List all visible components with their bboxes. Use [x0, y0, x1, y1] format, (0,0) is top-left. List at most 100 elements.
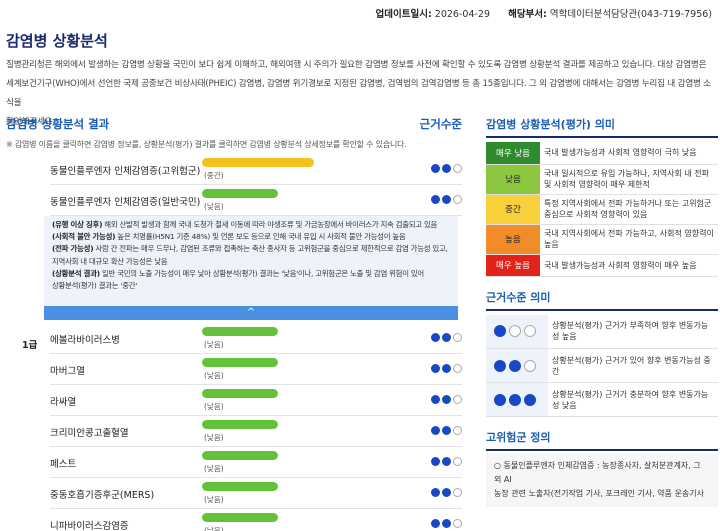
assessment-bar[interactable] [202, 158, 314, 167]
evidence-desc: 상황분석(평가) 근거가 부족하여 향후 변동가능성 높음 [548, 314, 718, 349]
disease-name-link[interactable]: 동물인플루엔자 인체감염증(일반국민) [50, 194, 200, 208]
meaning-desc: 국내 발생가능성과 사회적 영향력이 매우 높음 [540, 254, 718, 277]
assessment-level: (중간) [204, 171, 224, 180]
evidence-dot-icon [442, 488, 451, 497]
assessment-bar[interactable] [202, 189, 278, 198]
assessment-level: (낮음) [204, 526, 224, 531]
evidence-dots [431, 457, 462, 466]
dept-label: 해당부서: [508, 9, 547, 20]
page-title: 감염병 상황분석 [6, 32, 108, 50]
evidence-dot-icon [431, 395, 440, 404]
evidence-dot-icon [453, 488, 462, 497]
evidence-dot-icon [431, 426, 440, 435]
evidence-dot-icon [453, 395, 462, 404]
detail-line: (사회적 불안 가능성) 높은 치명률(H5N1 기준 48%) 및 언론 보도… [52, 232, 406, 242]
evidence-dots-cell [486, 348, 548, 383]
disease-name-link[interactable]: 중동호흡기증후군(MERS) [50, 487, 154, 501]
meaning-row: 매우 높음 국내 발생가능성과 사회적 영향력이 매우 높음 [486, 254, 718, 277]
assessment-level: (낮음) [204, 402, 224, 411]
analysis-results: 감염병 상황분석 결과 근거수준 ※ 감염병 이름을 클릭하면 감염병 정보를,… [6, 116, 462, 150]
evidence-dots [431, 164, 462, 173]
evidence-title: 근거수준 의미 [486, 290, 551, 304]
evidence-dot-icon [431, 364, 440, 373]
evidence-dot-icon [509, 393, 521, 406]
meaning-level-badge: 매우 낮음 [486, 142, 540, 165]
disease-row: 에볼라바이러스병 (낮음) [6, 323, 462, 354]
evidence-dot-icon [453, 519, 462, 528]
evidence-dot-icon [431, 333, 440, 342]
update-info: 업데이트일시: 2026-04-29 해당부서: 역학데이터분석담당관(043-… [376, 6, 712, 20]
evidence-dot-icon [442, 457, 451, 466]
high-risk-line: ○ 동물인플루엔자 인체감염증 : 농장종사자, 살처분관계자, 그 외 AI [494, 461, 701, 484]
disease-name-link[interactable]: 동물인플루엔자 인체감염증(고위험군) [50, 163, 200, 177]
collapse-detail-button[interactable]: ^ [44, 306, 458, 320]
disease-name-link[interactable]: 에볼라바이러스병 [50, 332, 120, 346]
evidence-row: 상황분석(평가) 근거가 부족하여 향후 변동가능성 높음 [486, 314, 718, 349]
disease-row: 동물인플루엔자 인체감염증(일반국민) (낮음) [6, 185, 462, 216]
evidence-dot-icon [442, 333, 451, 342]
assessment-bar[interactable] [202, 358, 278, 367]
evidence-dot-icon [524, 359, 536, 372]
evidence-dot-icon [494, 359, 506, 372]
assessment-bar[interactable] [202, 451, 278, 460]
disease-name-link[interactable]: 라싸열 [50, 394, 76, 408]
assessment-level: (낮음) [204, 495, 224, 504]
meaning-desc: 국내 발생가능성과 사회적 영향력이 극히 낮음 [540, 142, 718, 165]
evidence-desc: 상황분석(평가) 근거가 충분하여 향후 변동가능성 낮음 [548, 382, 718, 417]
evidence-dot-icon [431, 488, 440, 497]
disease-name-link[interactable]: 마버그열 [50, 363, 85, 377]
evidence-dots [431, 426, 462, 435]
evidence-desc: 상황분석(평가) 근거가 있어 향후 변동가능성 중간 [548, 348, 718, 383]
assessment-level: (낮음) [204, 371, 224, 380]
evidence-row: 상황분석(평가) 근거가 있어 향후 변동가능성 중간 [486, 348, 718, 383]
assessment-bar[interactable] [202, 327, 278, 336]
evidence-dot-icon [442, 426, 451, 435]
evidence-dot-icon [453, 333, 462, 342]
assessment-level: (낮음) [204, 433, 224, 442]
evidence-table: 상황분석(평가) 근거가 부족하여 향후 변동가능성 높음 상황분석(평가) 근거… [486, 314, 718, 417]
assessment-level: (낮음) [204, 340, 224, 349]
evidence-dot-icon [431, 164, 440, 173]
evidence-dot-icon [431, 457, 440, 466]
evidence-dot-icon [453, 164, 462, 173]
meaning-level-badge: 낮음 [486, 164, 540, 195]
evidence-dot-icon [442, 519, 451, 528]
detail-line: (상황분석 결과) 일반 국민의 노출 가능성이 매우 낮아 상황분석(평가) … [52, 268, 424, 278]
disease-row: 라싸열 (낮음) [6, 385, 462, 416]
results-title: 감염병 상황분석 결과 [6, 117, 110, 131]
assessment-level: (낮음) [204, 464, 224, 473]
update-value: 2026-04-29 [434, 9, 491, 20]
detail-line: (전파 가능성) 사람 간 전파는 매우 드무나, 감염된 조류와 접촉하는 축… [52, 244, 448, 254]
meaning-table: 매우 낮음 국내 발생가능성과 사회적 영향력이 극히 낮음 낮음 국내 일시적으로 … [486, 142, 718, 277]
high-risk-title: 고위험군 정의 [486, 431, 551, 444]
evidence-dots [431, 364, 462, 373]
evidence-dot-icon [453, 457, 462, 466]
detail-line: (유행 이상 징후) 해외 산발적 발생과 함께 국내 도청가 철새 이동에 따… [52, 220, 438, 229]
evidence-dots [431, 195, 462, 204]
evidence-dots [431, 519, 462, 528]
assessment-bar[interactable] [202, 513, 278, 522]
evidence-dot-icon [431, 519, 440, 528]
disease-name-link[interactable]: 페스트 [50, 456, 76, 470]
evidence-dots [431, 395, 462, 404]
evidence-dot-icon [442, 364, 451, 373]
meaning-level-badge: 높음 [486, 224, 540, 255]
evidence-dot-icon [453, 195, 462, 204]
evidence-dot-icon [524, 325, 536, 338]
update-label: 업데이트일시: [375, 9, 432, 20]
assessment-bar[interactable] [202, 389, 278, 398]
meaning-row: 중간 특정 지역사회에서 전파 가능하거나 또는 고위험군 중심으로 사회적 영향… [486, 194, 718, 225]
results-note: ※ 감염병 이름을 클릭하면 감염병 정보를, 상황분석(평가) 결과를 클릭하… [6, 140, 407, 149]
assessment-bar[interactable] [202, 482, 278, 491]
evidence-dots [431, 333, 462, 342]
evidence-dot-icon [442, 164, 451, 173]
assessment-bar[interactable] [202, 420, 278, 429]
evidence-row: 상황분석(평가) 근거가 충분하여 향후 변동가능성 낮음 [486, 382, 718, 417]
meaning-row: 매우 낮음 국내 발생가능성과 사회적 영향력이 극히 낮음 [486, 142, 718, 165]
high-risk-line: 농장 관련 노출자(전기작업 기사, 포크레인 기사, 약품 운송기사 [494, 489, 705, 498]
disease-row: 중동호흡기증후군(MERS) (낮음) [6, 478, 462, 509]
detail-line: 지역사회 내 대규모 확산 가능성은 낮음 [52, 256, 168, 266]
disease-name-link[interactable]: 크리미안콩고출혈열 [50, 425, 129, 439]
disease-name-link[interactable]: 니파바이러스감염증 [50, 518, 129, 531]
meaning-row: 높음 국내 지역사회에서 전파 가능하고, 사회적 영향력이 높음 [486, 224, 718, 255]
